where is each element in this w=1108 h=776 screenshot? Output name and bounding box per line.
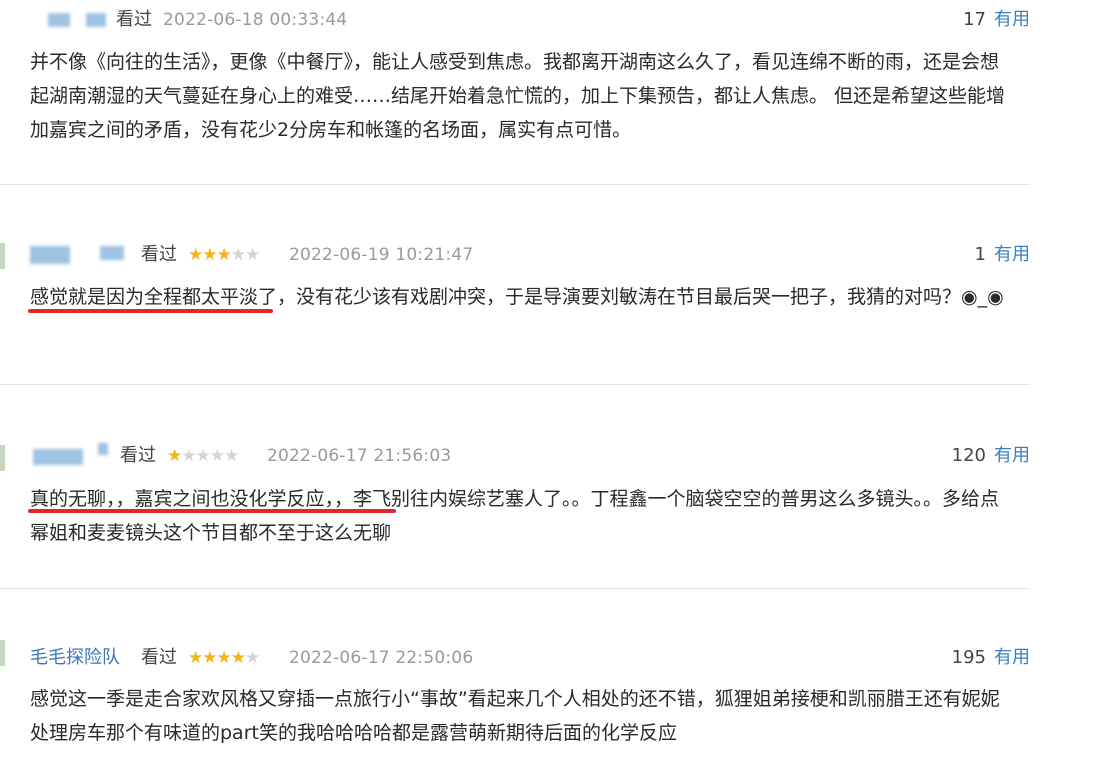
review-meta: 看过 ★★★★★ 2022-06-17 21:56:03 120 有用 <box>0 441 1030 471</box>
star-rating: ★★★★★ <box>167 441 239 471</box>
useful-count: 1 <box>974 244 986 265</box>
review-meta: 看过 2022-06-18 00:33:44 17 有用 <box>0 5 1030 35</box>
blurred-username[interactable] <box>100 246 124 260</box>
divider <box>0 384 1030 385</box>
blurred-username[interactable] <box>48 13 70 27</box>
useful-button[interactable]: 17 有用 <box>963 5 1030 35</box>
blurred-username[interactable] <box>86 13 106 27</box>
review-text: 真的无聊，，嘉宾之间也没化学反应，，李飞别往内娱综艺塞人了。。丁程鑫一个脑袋空空… <box>30 488 1000 544</box>
watched-label: 看过 <box>141 244 177 265</box>
review-date: 2022-06-18 00:33:44 <box>163 10 348 30</box>
red-underline <box>28 309 273 313</box>
useful-button[interactable]: 1 有用 <box>975 240 1030 270</box>
divider <box>0 184 1030 185</box>
useful-count: 120 <box>951 445 986 466</box>
useful-button[interactable]: 120 有用 <box>952 441 1030 471</box>
useful-label: 有用 <box>994 647 1030 668</box>
useful-count: 195 <box>951 647 986 668</box>
review-meta: 看过 ★★★★★ 2022-06-19 10:21:47 1 有用 <box>0 240 1030 270</box>
review-date: 2022-06-17 21:56:03 <box>267 446 452 466</box>
useful-label: 有用 <box>994 244 1030 265</box>
watched-label: 看过 <box>120 445 156 466</box>
watched-label: 看过 <box>116 9 152 30</box>
watched-label: 看过 <box>141 647 177 668</box>
username-link[interactable]: 毛毛探险队 <box>30 643 120 673</box>
star-icon: ★ <box>244 648 260 668</box>
star-icon: ★★★★ <box>188 648 246 668</box>
useful-label: 有用 <box>994 445 1030 466</box>
useful-label: 有用 <box>994 9 1030 30</box>
star-icon: ★★★★ <box>181 446 239 466</box>
blurred-username[interactable] <box>33 449 83 465</box>
star-icon: ★★ <box>230 245 261 265</box>
blurred-username[interactable] <box>98 443 108 455</box>
star-icon: ★★★ <box>188 245 232 265</box>
blurred-username[interactable] <box>30 246 70 264</box>
review-date: 2022-06-19 10:21:47 <box>289 245 474 265</box>
star-icon: ★ <box>167 446 182 466</box>
red-underline <box>28 509 396 513</box>
star-rating: ★★★★★ <box>188 643 260 673</box>
divider <box>0 588 1030 589</box>
review-meta: 毛毛探险队 看过 ★★★★★ 2022-06-17 22:50:06 195 有用 <box>0 643 1030 673</box>
review-text: 并不像《向往的生活》，更像《中餐厅》，能让人感受到焦虑。我都离开湖南这么久了，看… <box>30 51 1006 141</box>
useful-button[interactable]: 195 有用 <box>952 643 1030 673</box>
review-date: 2022-06-17 22:50:06 <box>289 648 474 668</box>
useful-count: 17 <box>963 9 986 30</box>
review-text: 感觉这一季是走合家欢风格又穿插一点旅行小“事故”看起来几个人相处的还不错，狐狸姐… <box>30 688 1000 744</box>
star-rating: ★★★★★ <box>188 240 261 270</box>
